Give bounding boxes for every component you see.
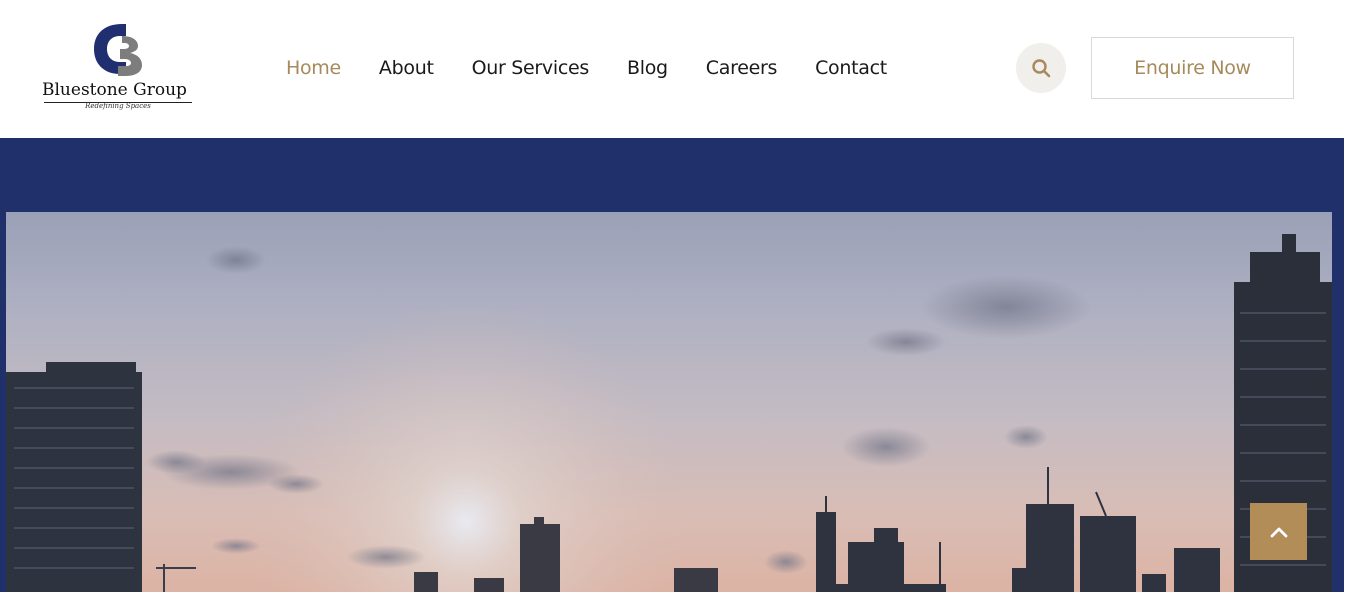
skyline-illustration: [6, 212, 1332, 592]
hero-image: [6, 212, 1332, 592]
page: Bluestone Group Redefining Spaces Home A…: [0, 0, 1346, 592]
chevron-up-icon: [1270, 527, 1287, 537]
nav-item-careers[interactable]: Careers: [706, 54, 778, 82]
main-nav: Home About Our Services Blog Careers Con…: [286, 54, 925, 82]
nav-item-blog[interactable]: Blog: [627, 54, 668, 82]
search-button[interactable]: [1016, 43, 1066, 93]
nav-item-home[interactable]: Home: [286, 54, 341, 82]
brand-tagline: Redefining Spaces: [85, 102, 151, 110]
logo-mark-icon: [94, 24, 142, 76]
nav-item-our-services[interactable]: Our Services: [472, 54, 590, 82]
brand-name: Bluestone Group: [42, 80, 187, 100]
search-icon: [1032, 59, 1051, 78]
nav-item-about[interactable]: About: [379, 54, 434, 82]
site-header: Bluestone Group Redefining Spaces Home A…: [0, 0, 1346, 138]
brand-logo[interactable]: Bluestone Group Redefining Spaces: [42, 22, 194, 114]
enquire-now-button[interactable]: Enquire Now: [1091, 37, 1294, 99]
scroll-to-top-button[interactable]: [1250, 503, 1307, 560]
nav-item-contact[interactable]: Contact: [815, 54, 887, 82]
